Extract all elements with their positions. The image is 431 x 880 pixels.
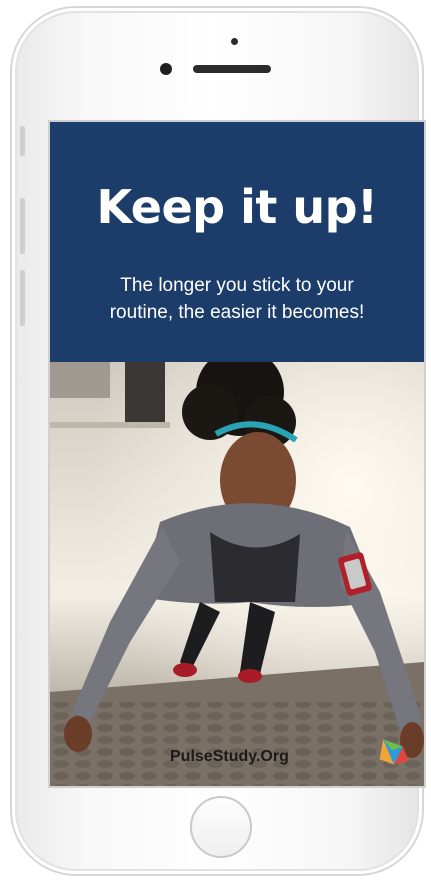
earpiece-speaker: [193, 65, 271, 73]
subtext-line-1: The longer you stick to your: [120, 275, 354, 296]
workout-photo: [50, 362, 424, 786]
subtext: The longer you stick to your routine, th…: [70, 272, 404, 326]
volume-down-button: [20, 270, 25, 326]
headline-banner: Keep it up! The longer you stick to your…: [50, 122, 424, 362]
mute-switch: [20, 126, 25, 156]
subtext-line-2: routine, the easier it becomes!: [109, 302, 365, 323]
phone-frame: Keep it up! The longer you stick to your…: [12, 8, 426, 874]
front-camera: [160, 63, 172, 75]
home-button[interactable]: [190, 796, 252, 858]
headline: Keep it up!: [96, 180, 378, 234]
volume-up-button: [20, 198, 25, 254]
proximity-sensor: [231, 38, 238, 45]
pulsestudy-logo-icon: [379, 739, 409, 765]
watermark-text: PulseStudy.Org: [170, 748, 289, 765]
phone-screen: Keep it up! The longer you stick to your…: [48, 120, 426, 788]
